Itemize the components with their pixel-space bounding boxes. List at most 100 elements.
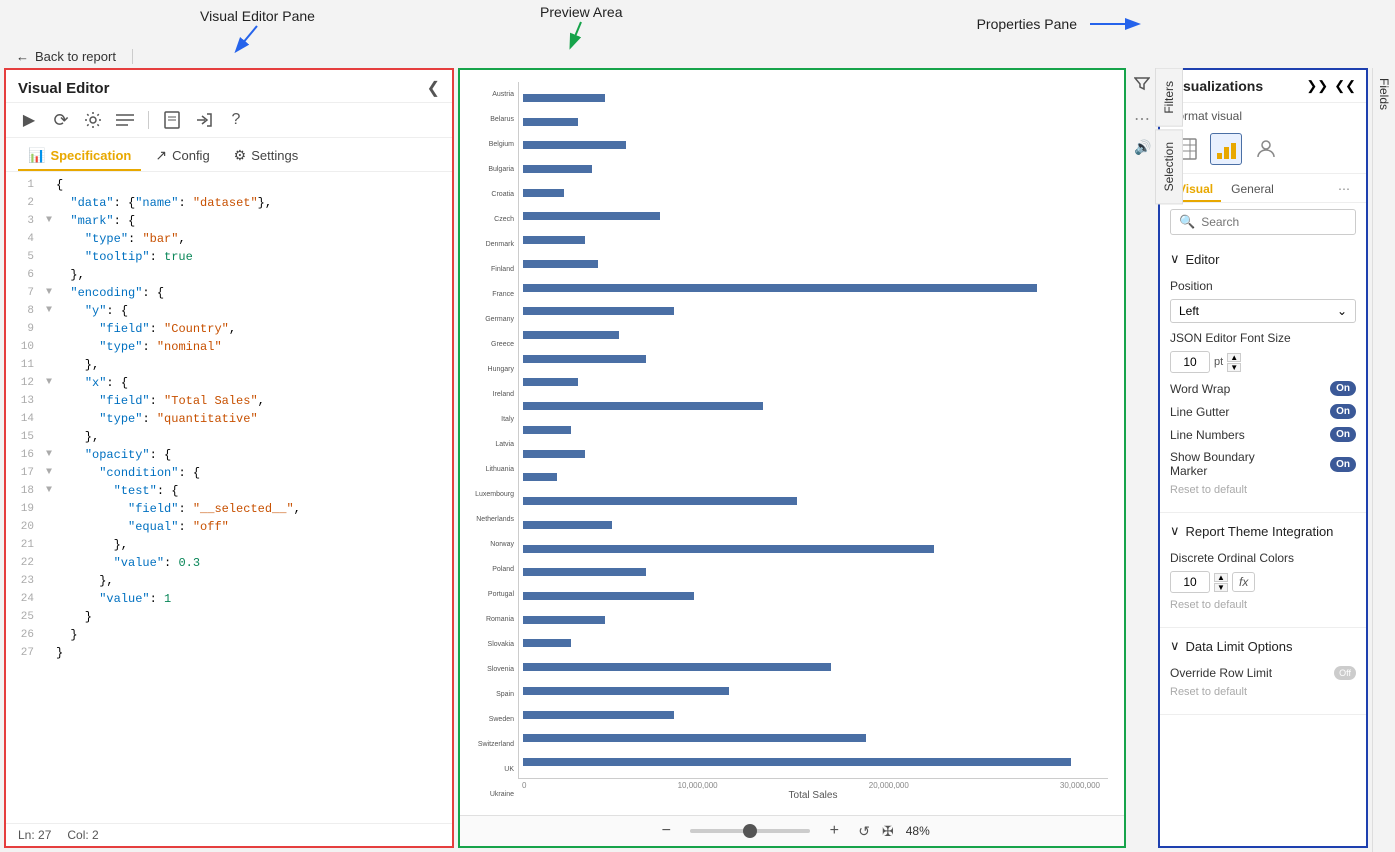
code-content: "type": "nominal"	[56, 338, 452, 356]
line-gutter-label: Line Gutter	[1170, 405, 1330, 419]
stepper-up[interactable]: ▲	[1227, 353, 1241, 362]
data-limit-header[interactable]: ∨ Data Limit Options	[1160, 634, 1366, 658]
viz-type-icons	[1160, 125, 1366, 174]
filter-icon[interactable]	[1130, 68, 1155, 103]
override-toggle-btn[interactable]: Off	[1334, 666, 1356, 680]
fold-marker[interactable]: ▼	[42, 374, 56, 392]
line-number: 23	[6, 572, 42, 590]
fold-marker	[42, 608, 56, 626]
discrete-stepper[interactable]: ▲ ▼	[1214, 573, 1228, 592]
show-boundary-toggle[interactable]: On	[1330, 457, 1356, 472]
preview-arrow	[541, 20, 621, 50]
ve-collapse-icon[interactable]: ❮	[427, 78, 440, 98]
data-limit-reset-link[interactable]: Reset to default	[1170, 684, 1356, 704]
refresh-button[interactable]: ⟳	[50, 109, 72, 131]
viz-body: ∨ Editor Position Left ⌄	[1160, 241, 1366, 846]
word-wrap-toggle[interactable]: On	[1330, 381, 1356, 396]
viz-type-barchart[interactable]	[1210, 133, 1242, 165]
fields-label[interactable]: Fields	[1372, 68, 1395, 852]
bar-row	[523, 93, 1100, 103]
ve-tabs: 📊 Specification ↗ Config ⚙ Settings	[6, 138, 452, 172]
line-number: 20	[6, 518, 42, 536]
y-label: Romania	[468, 615, 514, 625]
font-size-stepper[interactable]: ▲ ▼	[1227, 353, 1241, 372]
discrete-stepper-down[interactable]: ▼	[1214, 583, 1228, 592]
override-row-limit-property: Override Row Limit Off	[1170, 662, 1356, 684]
y-label: Netherlands	[468, 515, 514, 525]
selection-tab[interactable]: Selection	[1155, 129, 1183, 204]
word-wrap-property: Word Wrap On	[1170, 377, 1356, 400]
chart-bar	[523, 663, 831, 671]
run-button[interactable]: ▶	[18, 109, 40, 131]
stepper-down[interactable]: ▼	[1227, 363, 1241, 372]
code-line: 2 "data": {"name": "dataset"},	[6, 194, 452, 212]
editor-section-header[interactable]: ∨ Editor	[1160, 247, 1366, 271]
tab-config[interactable]: ↗ Config	[145, 142, 219, 171]
preview-footer: − + ↺ ✠ 48%	[460, 815, 1124, 846]
chart-bar	[523, 284, 1037, 292]
fit-zoom-icon[interactable]: ✠	[882, 823, 894, 840]
fold-marker[interactable]: ▼	[42, 464, 56, 482]
chart-bar	[523, 355, 646, 363]
more-options-button[interactable]: ⋯	[1332, 178, 1356, 202]
chart-bar	[523, 521, 612, 529]
new-file-icon[interactable]	[161, 109, 183, 131]
bar-row	[523, 377, 1100, 387]
fold-marker	[42, 554, 56, 572]
tab-specification-label: Specification	[50, 148, 131, 163]
help-icon[interactable]: ?	[225, 109, 247, 131]
line-numbers-toggle[interactable]: On	[1330, 427, 1356, 442]
fold-marker[interactable]: ▼	[42, 446, 56, 464]
ve-title: Visual Editor	[18, 80, 109, 97]
position-dropdown[interactable]: Left ⌄	[1170, 299, 1356, 323]
fold-marker[interactable]: ▼	[42, 284, 56, 302]
report-theme-reset-link[interactable]: Reset to default	[1170, 597, 1356, 617]
code-line: 26 }	[6, 626, 452, 644]
tab-general[interactable]: General	[1223, 178, 1282, 202]
reset-zoom-icon[interactable]: ↺	[858, 823, 870, 840]
code-content: }	[56, 644, 452, 662]
fold-marker[interactable]: ▼	[42, 212, 56, 230]
back-button[interactable]: ← Back to report	[16, 49, 133, 64]
fold-marker[interactable]: ▼	[42, 482, 56, 500]
editor-section-content: Position Left ⌄ JSON Editor Font Size	[1160, 271, 1366, 506]
more-icon[interactable]: ⋯	[1130, 105, 1155, 133]
code-line: 18▼ "test": {	[6, 482, 452, 500]
zoom-in-button[interactable]: +	[822, 822, 846, 840]
discrete-colors-input[interactable]	[1170, 571, 1210, 593]
y-label: Slovakia	[468, 640, 514, 650]
chart-bar	[523, 568, 646, 576]
collapse-icon[interactable]: ❮❮	[1334, 78, 1356, 94]
zoom-slider[interactable]	[690, 829, 810, 833]
tab-specification[interactable]: 📊 Specification	[18, 142, 141, 171]
code-editor[interactable]: 1{2 "data": {"name": "dataset"},3▼ "mark…	[6, 172, 452, 823]
font-size-input[interactable]	[1170, 351, 1210, 373]
search-input[interactable]	[1201, 215, 1356, 229]
fold-marker	[42, 536, 56, 554]
viz-type-avatar[interactable]	[1250, 133, 1282, 165]
fold-marker[interactable]: ▼	[42, 302, 56, 320]
bar-row	[523, 283, 1100, 293]
filters-tab[interactable]: Filters	[1155, 68, 1183, 127]
fx-button[interactable]: fx	[1232, 572, 1255, 592]
tab-settings[interactable]: ⚙ Settings	[224, 142, 309, 171]
share-icon[interactable]	[193, 109, 215, 131]
code-line: 23 },	[6, 572, 452, 590]
bar-row	[523, 164, 1100, 174]
chart-bar	[523, 260, 598, 268]
format-tabs: Visual General ⋯	[1160, 174, 1366, 203]
line-number: 7	[6, 284, 42, 302]
fold-marker	[42, 194, 56, 212]
report-theme-header[interactable]: ∨ Report Theme Integration	[1160, 519, 1366, 543]
y-label: Germany	[468, 315, 514, 325]
line-number: 19	[6, 500, 42, 518]
editor-reset-link[interactable]: Reset to default	[1170, 482, 1356, 502]
line-gutter-toggle[interactable]: On	[1330, 404, 1356, 419]
zoom-out-button[interactable]: −	[654, 822, 678, 840]
expand-icon[interactable]: ❯❯	[1306, 78, 1328, 94]
discrete-stepper-up[interactable]: ▲	[1214, 573, 1228, 582]
speaker-icon[interactable]: 🔊	[1130, 135, 1155, 160]
format-button[interactable]	[114, 109, 136, 131]
data-limit-collapse-icon: ∨	[1170, 638, 1180, 654]
settings-icon[interactable]	[82, 109, 104, 131]
